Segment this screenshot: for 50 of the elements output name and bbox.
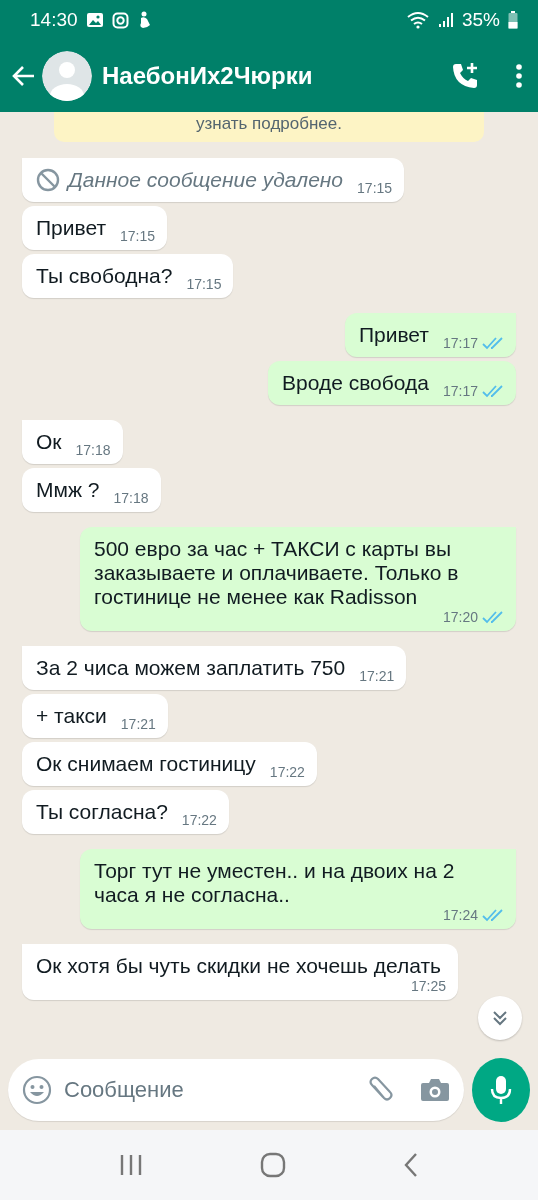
- battery-percent: 35%: [461, 9, 500, 31]
- message-time: 17:15: [186, 276, 222, 292]
- camera-icon[interactable]: [420, 1077, 450, 1103]
- message-time: 17:15: [120, 228, 156, 244]
- microphone-icon: [490, 1075, 512, 1105]
- encryption-notice[interactable]: узнать подробнее.: [54, 112, 484, 142]
- double-chevron-icon: [490, 1008, 510, 1028]
- message-time: 17:21: [359, 668, 395, 684]
- scroll-down-button[interactable]: [478, 996, 522, 1040]
- message-text: + такси: [36, 704, 107, 728]
- message-time: 17:25: [410, 978, 446, 994]
- message-time: 17:20: [442, 609, 478, 625]
- message-text: Ты согласна?: [36, 800, 168, 824]
- message-time: 17:22: [181, 812, 217, 828]
- message-time: 17:21: [120, 716, 156, 732]
- message-text: Привет: [358, 323, 429, 347]
- wifi-icon: [405, 11, 430, 29]
- message-time: 17:22: [269, 764, 305, 780]
- add-call-button[interactable]: [450, 61, 480, 91]
- message-time: 17:17: [442, 383, 478, 399]
- recent-apps-button[interactable]: [118, 1154, 143, 1176]
- message-text: Вроде свобода: [282, 371, 429, 395]
- camera-app-icon: [111, 11, 129, 29]
- message-text: Ты свободна?: [36, 264, 173, 288]
- message-text: Ммж ?: [36, 478, 100, 502]
- signal-icon: [437, 12, 454, 28]
- message-text: 500 евро за час + ТАКСИ с карты вы заказываете и оплачиваете. Только в гостинице не менее как Radisson: [94, 537, 460, 609]
- message-field[interactable]: Сообщение: [8, 1059, 464, 1121]
- message-text: Ок снимаем гостиницу: [36, 752, 256, 776]
- battery-icon: [508, 11, 518, 29]
- message-text: Ок: [36, 430, 62, 454]
- avatar-icon[interactable]: [42, 51, 92, 101]
- deleted-message-text: Данное сообщение удалено: [36, 168, 344, 192]
- gallery-icon: [85, 12, 104, 28]
- message-time: 17:18: [75, 442, 111, 458]
- message-text: Ок хотя бы чуть скидки не хочешь делать: [36, 954, 441, 978]
- blocked-icon: [36, 168, 60, 192]
- home-button[interactable]: [260, 1152, 286, 1178]
- message-text: Привет: [36, 216, 107, 240]
- message-time: 17:24: [442, 907, 478, 923]
- emoji-icon[interactable]: [22, 1075, 52, 1105]
- message-time: 17:17: [442, 335, 478, 351]
- more-options-button[interactable]: [514, 63, 524, 89]
- message-text: За 2 чиса можем заплатить 750: [36, 656, 346, 680]
- back-nav-button[interactable]: [403, 1152, 420, 1178]
- message-time: 17:18: [113, 490, 149, 506]
- message-time: 17:15: [357, 180, 393, 196]
- status-time: 14:30: [30, 9, 78, 31]
- message-input[interactable]: Сообщение: [62, 1076, 354, 1104]
- message-text: Торг тут не уместен.. и на двоих на 2 часа я не согласна..: [94, 859, 456, 907]
